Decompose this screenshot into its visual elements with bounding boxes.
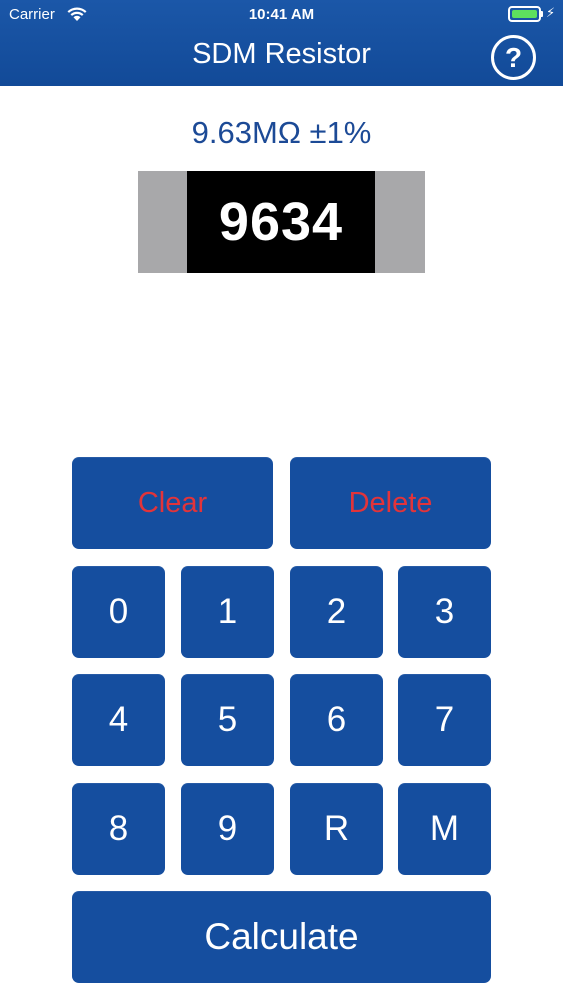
key-8[interactable]: 8: [72, 783, 165, 875]
status-time: 10:41 AM: [248, 6, 315, 23]
key-7[interactable]: 7: [398, 674, 491, 766]
clear-button[interactable]: Clear: [72, 457, 273, 549]
key-m[interactable]: M: [398, 783, 491, 875]
key-0[interactable]: 0: [72, 566, 165, 658]
key-9[interactable]: 9: [181, 783, 274, 875]
charging-bolt-icon: ⚡: [546, 5, 556, 20]
app-header: Carrier 10:41 AM ⚡ SDM Resistor ?: [0, 0, 563, 86]
resistor-code: 9634: [187, 171, 375, 273]
page-title: SDM Resistor: [192, 38, 371, 70]
key-2[interactable]: 2: [290, 566, 383, 658]
calculate-button[interactable]: Calculate: [72, 891, 491, 983]
delete-button[interactable]: Delete: [290, 457, 491, 549]
key-5[interactable]: 5: [181, 674, 274, 766]
smd-resistor-graphic: 9634: [138, 171, 425, 273]
key-6[interactable]: 6: [290, 674, 383, 766]
key-4[interactable]: 4: [72, 674, 165, 766]
help-icon: ?: [504, 42, 523, 73]
key-3[interactable]: 3: [398, 566, 491, 658]
battery-level: [512, 10, 537, 18]
key-1[interactable]: 1: [181, 566, 274, 658]
key-r[interactable]: R: [290, 783, 383, 875]
status-bar: Carrier 10:41 AM ⚡: [0, 0, 563, 30]
resistance-value: 9.63MΩ ±1%: [191, 115, 372, 150]
help-button[interactable]: ?: [491, 35, 536, 80]
battery-icon: [508, 6, 541, 22]
battery-tip: [541, 11, 543, 17]
